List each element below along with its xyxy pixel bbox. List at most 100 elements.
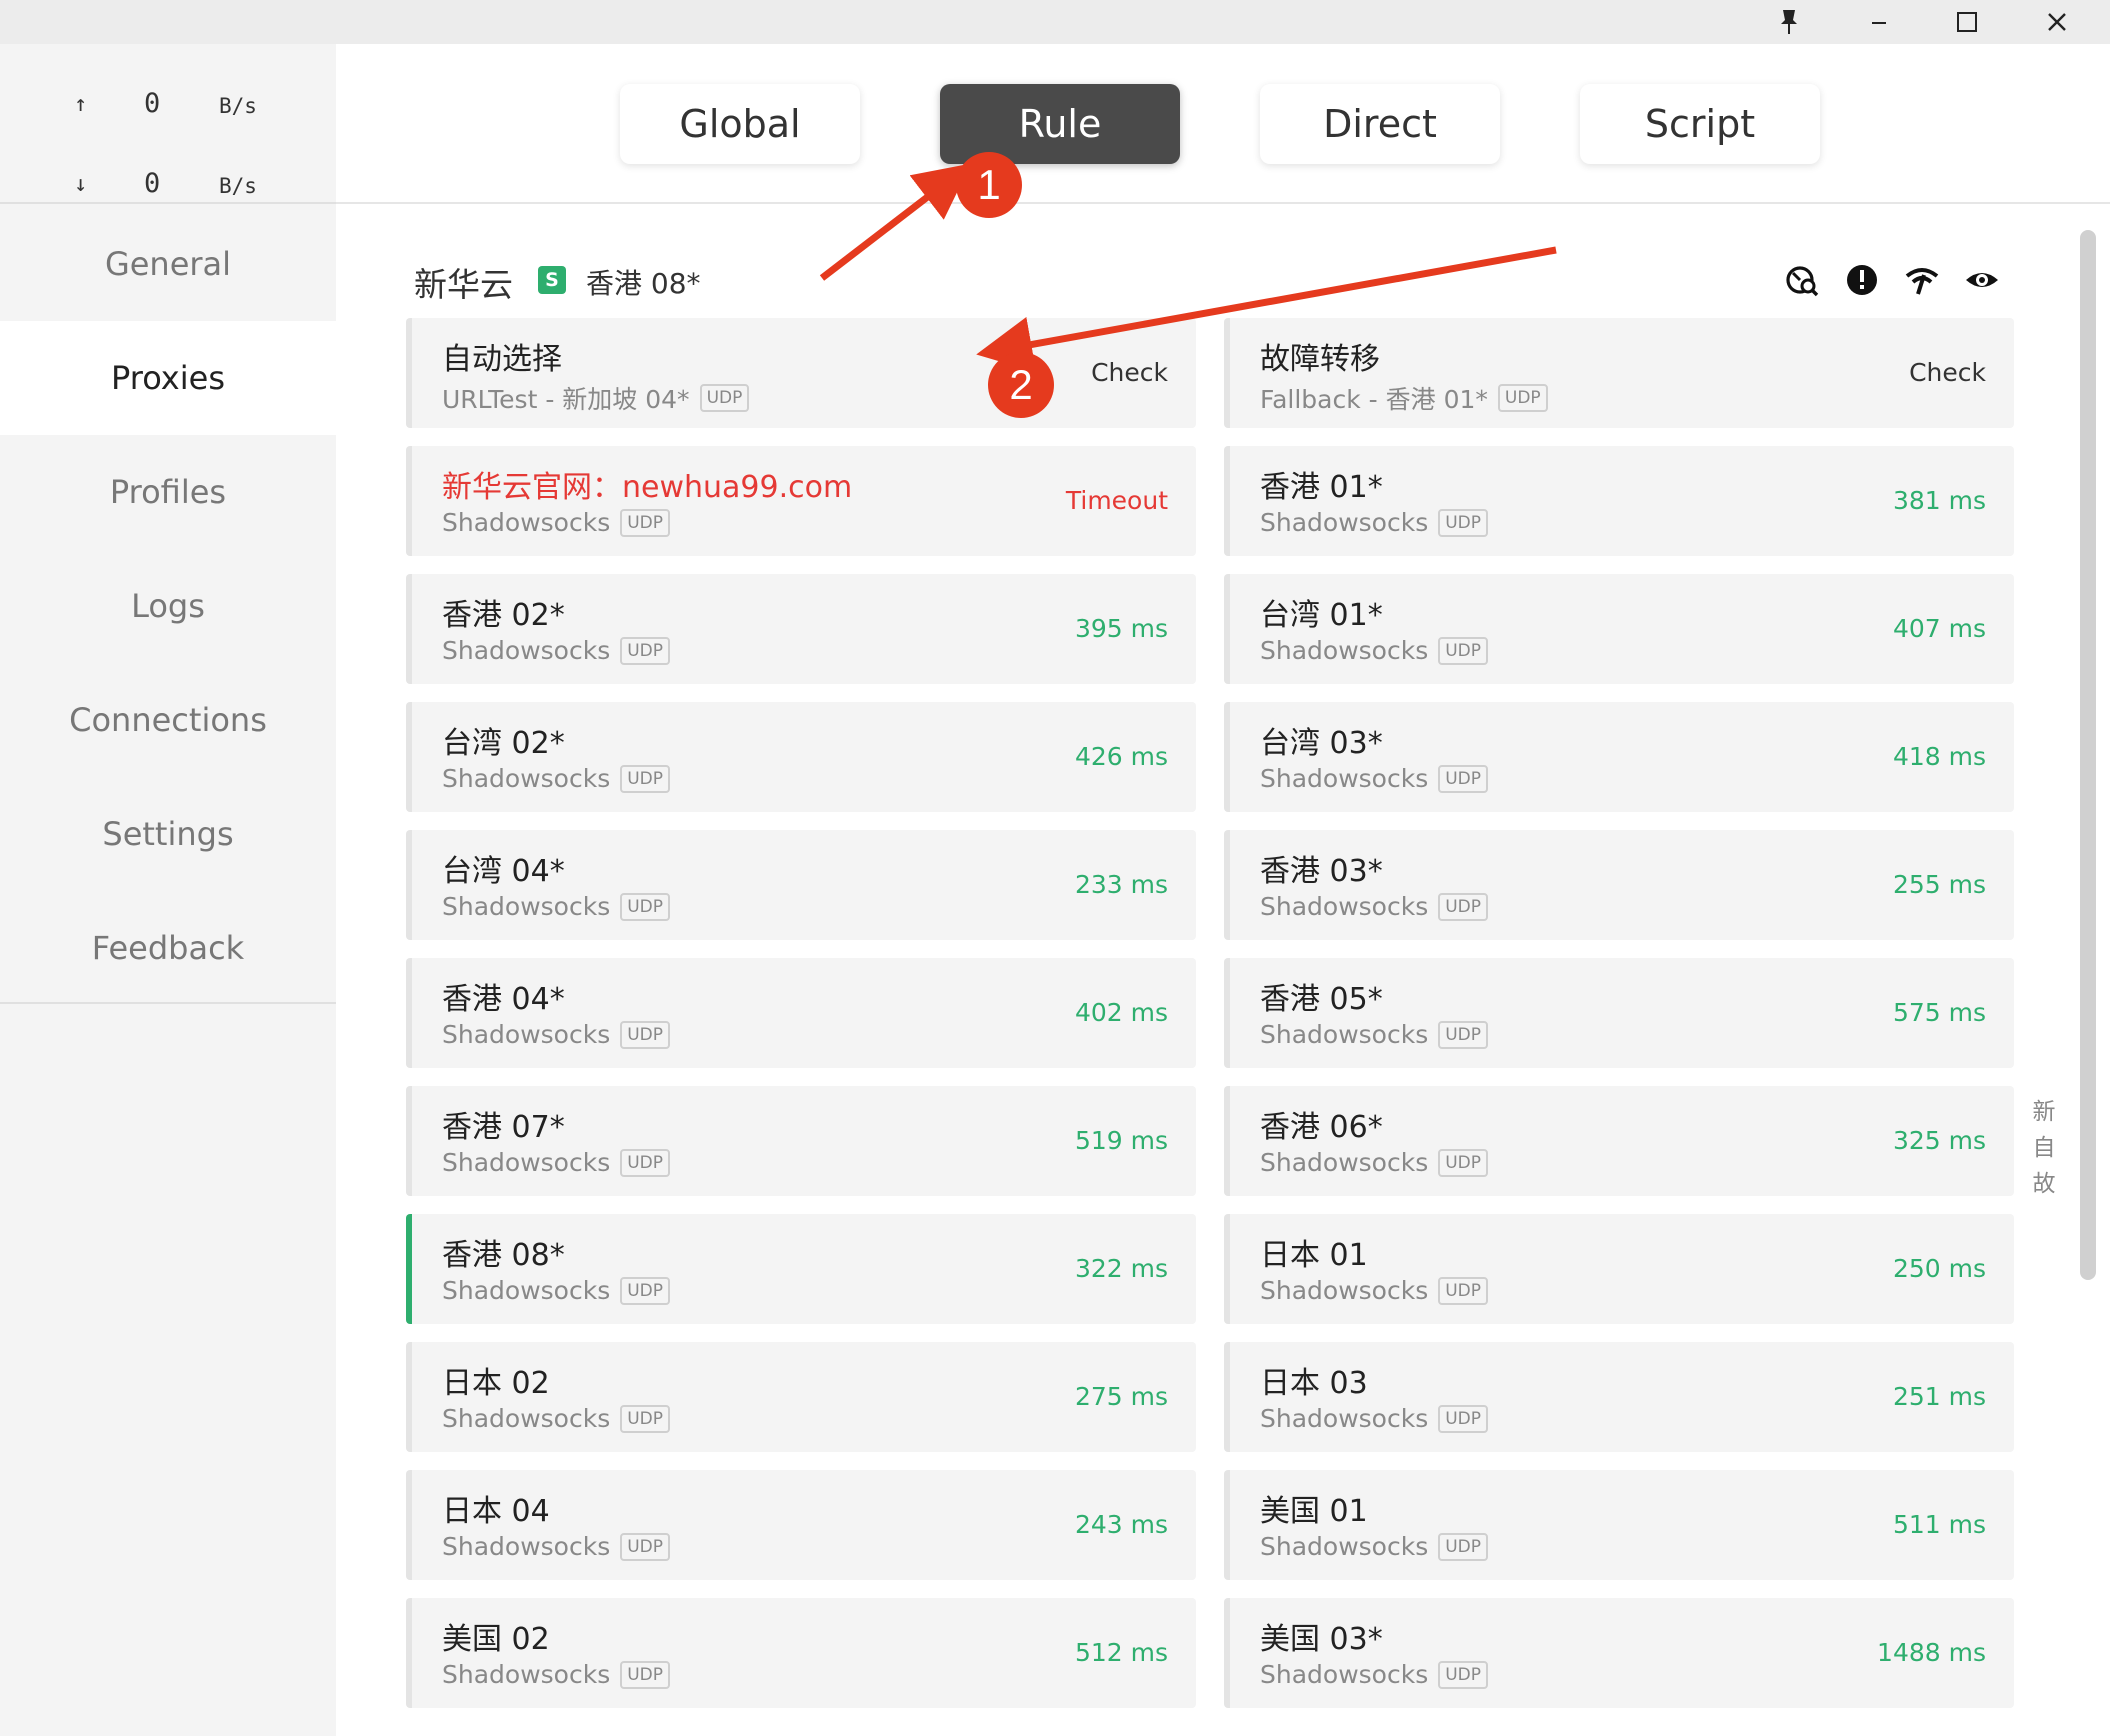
udp-badge: UDP [1438,1148,1489,1177]
proxy-type-label: URLTest - 新加坡 04* [442,385,690,414]
proxy-card[interactable]: 香港 08* Shadowsocks UDP 322 ms [406,1214,1196,1324]
speed-test-icon[interactable] [1784,262,1820,298]
proxy-card[interactable]: 日本 01 Shadowsocks UDP 250 ms [1224,1214,2014,1324]
proxy-delay[interactable]: 243 ms [1075,1510,1168,1539]
nav-proxies[interactable]: Proxies [0,321,336,435]
proxy-name: 故障转移 [1260,342,1380,377]
nav-profiles[interactable]: Profiles [0,435,336,549]
proxy-card[interactable]: 自动选择 URLTest - 新加坡 04* UDP Check [406,318,1196,428]
eye-icon[interactable] [1964,262,2000,298]
proxy-card[interactable]: 日本 04 Shadowsocks UDP 243 ms [406,1470,1196,1580]
proxy-card[interactable]: 台湾 03* Shadowsocks UDP 418 ms [1224,702,2014,812]
proxy-type: Shadowsocks UDP [1260,1020,1489,1049]
nav-general[interactable]: General [0,207,336,321]
download-value: 0 [144,168,161,199]
proxy-card[interactable]: 日本 02 Shadowsocks UDP 275 ms [406,1342,1196,1452]
nav-settings[interactable]: Settings [0,777,336,891]
udp-badge: UDP [1438,508,1489,537]
proxy-type: Shadowsocks UDP [442,1532,671,1561]
proxy-type: Fallback - 香港 01* UDP [1260,380,1548,416]
alert-icon[interactable] [1844,262,1880,298]
proxy-delay[interactable]: 233 ms [1075,870,1168,899]
proxy-card[interactable]: 香港 04* Shadowsocks UDP 402 ms [406,958,1196,1068]
proxy-card[interactable]: 香港 05* Shadowsocks UDP 575 ms [1224,958,2014,1068]
check-button[interactable]: Check [1909,358,1986,387]
proxy-card[interactable]: 香港 07* Shadowsocks UDP 519 ms [406,1086,1196,1196]
proxy-type-label: Shadowsocks [1260,1532,1429,1561]
proxy-delay[interactable]: 395 ms [1075,614,1168,643]
proxy-type: Shadowsocks UDP [1260,1276,1489,1305]
proxy-card[interactable]: 新华云官网：newhua99.com Shadowsocks UDP Timeout [406,446,1196,556]
mode-script-button[interactable]: Script [1580,84,1820,164]
proxy-type-label: Shadowsocks [442,1404,611,1433]
pin-icon[interactable] [1746,0,1832,44]
proxy-card[interactable]: 香港 03* Shadowsocks UDP 255 ms [1224,830,2014,940]
udp-badge: UDP [1438,1660,1489,1689]
proxy-delay[interactable]: 275 ms [1075,1382,1168,1411]
proxy-card[interactable]: 台湾 04* Shadowsocks UDP 233 ms [406,830,1196,940]
proxy-delay[interactable]: 402 ms [1075,998,1168,1027]
check-button[interactable]: Check [1091,358,1168,387]
nav-feedback[interactable]: Feedback [0,891,336,1005]
proxy-type-label: Shadowsocks [1260,1404,1429,1433]
proxy-delay[interactable]: 407 ms [1893,614,1986,643]
mode-rule-button[interactable]: Rule [940,84,1180,164]
proxy-delay[interactable]: 511 ms [1893,1510,1986,1539]
group-selected-proxy: 香港 08* [586,267,701,300]
proxy-card[interactable]: 台湾 02* Shadowsocks UDP 426 ms [406,702,1196,812]
proxy-card[interactable]: 台湾 01* Shadowsocks UDP 407 ms [1224,574,2014,684]
proxy-delay[interactable]: 250 ms [1893,1254,1986,1283]
close-icon[interactable] [2014,0,2100,44]
proxy-card[interactable]: 香港 01* Shadowsocks UDP 381 ms [1224,446,2014,556]
proxy-name: 日本 01 [1260,1238,1368,1273]
proxy-type: URLTest - 新加坡 04* UDP [442,380,750,416]
udp-badge: UDP [620,1020,671,1049]
proxy-delay[interactable]: 426 ms [1075,742,1168,771]
proxy-type-label: Shadowsocks [1260,1020,1429,1049]
proxy-card[interactable]: 香港 06* Shadowsocks UDP 325 ms [1224,1086,2014,1196]
proxy-delay[interactable]: 418 ms [1893,742,1986,771]
proxy-card[interactable]: 美国 01 Shadowsocks UDP 511 ms [1224,1470,2014,1580]
proxy-card[interactable]: 故障转移 Fallback - 香港 01* UDP Check [1224,318,2014,428]
proxy-delay[interactable]: 325 ms [1893,1126,1986,1155]
proxy-delay[interactable]: 519 ms [1075,1126,1168,1155]
main-panel: Global Rule Direct Script 新华云 S 香港 08* 自… [336,44,2110,1736]
scrollbar[interactable] [2080,230,2096,1280]
proxy-delay[interactable]: 1488 ms [1877,1638,1986,1667]
proxy-card[interactable]: 日本 03 Shadowsocks UDP 251 ms [1224,1342,2014,1452]
minimize-icon[interactable] [1836,0,1922,44]
proxy-delay[interactable]: 322 ms [1075,1254,1168,1283]
proxy-type-label: Shadowsocks [1260,508,1429,537]
proxy-name: 香港 07* [442,1110,565,1145]
wifi-icon[interactable] [1904,262,1940,298]
proxy-type-label: Shadowsocks [1260,1276,1429,1305]
proxy-group-header[interactable]: 新华云 S 香港 08* [336,240,2110,310]
upload-value: 0 [144,88,161,119]
proxy-type-label: Shadowsocks [1260,1148,1429,1177]
udp-badge: UDP [620,1532,671,1561]
udp-badge: UDP [1497,384,1548,412]
proxy-delay[interactable]: 251 ms [1893,1382,1986,1411]
proxy-card[interactable]: 美国 02 Shadowsocks UDP 512 ms [406,1598,1196,1708]
proxy-delay[interactable]: Timeout [1066,486,1168,515]
side-index-item[interactable]: 自 [2026,1130,2062,1166]
proxy-delay[interactable]: 575 ms [1893,998,1986,1027]
proxy-type-label: Shadowsocks [442,636,611,665]
udp-badge: UDP [1438,636,1489,665]
udp-badge: UDP [620,636,671,665]
proxy-type: Shadowsocks UDP [1260,1660,1489,1689]
mode-global-button[interactable]: Global [620,84,860,164]
maximize-icon[interactable] [1924,0,2010,44]
side-index-item[interactable]: 故 [2026,1166,2062,1202]
proxy-delay[interactable]: 512 ms [1075,1638,1168,1667]
proxy-delay[interactable]: 255 ms [1893,870,1986,899]
nav-logs[interactable]: Logs [0,549,336,663]
nav-connections[interactable]: Connections [0,663,336,777]
proxy-type-label: Shadowsocks [1260,1660,1429,1689]
proxy-card[interactable]: 香港 02* Shadowsocks UDP 395 ms [406,574,1196,684]
proxy-card[interactable]: 美国 03* Shadowsocks UDP 1488 ms [1224,1598,2014,1708]
proxy-delay[interactable]: 381 ms [1893,486,1986,515]
side-index-item[interactable]: 新 [2026,1094,2062,1130]
proxy-type-label: Shadowsocks [442,764,611,793]
mode-direct-button[interactable]: Direct [1260,84,1500,164]
